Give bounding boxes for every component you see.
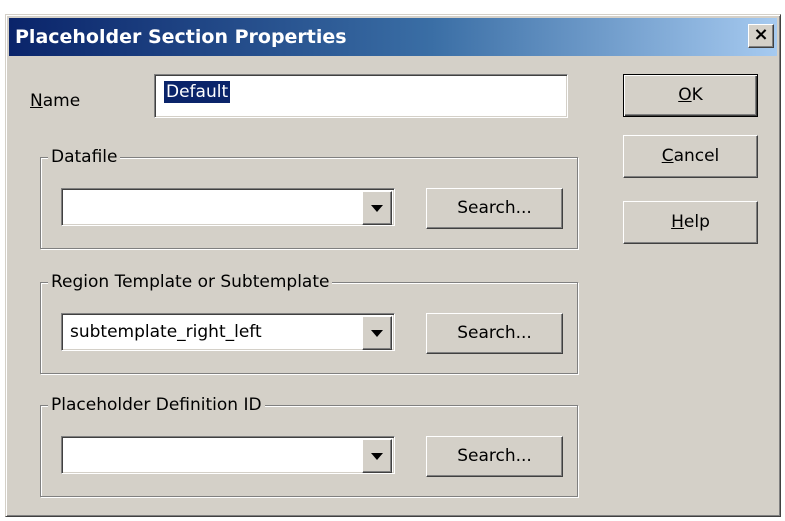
region-template-combo[interactable]: subtemplate_right_left — [61, 313, 395, 351]
close-button[interactable]: × — [748, 24, 774, 48]
datafile-group-title: Datafile — [48, 145, 121, 169]
datafile-dropdown-button[interactable] — [362, 191, 392, 225]
datafile-search-button[interactable]: Search... — [426, 188, 563, 229]
ok-button[interactable]: OK — [623, 74, 758, 117]
placeholder-definition-dropdown-button[interactable] — [362, 439, 392, 473]
chevron-down-icon — [371, 453, 383, 460]
chevron-down-icon — [371, 330, 383, 337]
region-template-search-button[interactable]: Search... — [426, 313, 563, 354]
help-button[interactable]: Help — [623, 201, 758, 244]
region-template-group-title: Region Template or Subtemplate — [48, 270, 333, 294]
region-template-combo-value: subtemplate_right_left — [70, 322, 262, 342]
name-input-value: Default — [164, 81, 231, 103]
placeholder-definition-combo[interactable] — [61, 436, 395, 474]
datafile-group: Datafile Search... — [40, 145, 578, 249]
datafile-combo[interactable] — [61, 188, 395, 226]
region-template-group: Region Template or Subtemplate subtempla… — [40, 270, 578, 374]
name-input[interactable]: Default — [154, 74, 568, 118]
region-template-dropdown-button[interactable] — [362, 316, 392, 350]
name-label: Name — [30, 91, 81, 111]
placeholder-definition-group-title: Placeholder Definition ID — [48, 393, 265, 417]
close-icon: × — [753, 24, 769, 45]
placeholder-definition-search-button[interactable]: Search... — [426, 436, 563, 477]
chevron-down-icon — [371, 205, 383, 212]
properties-dialog: Placeholder Section Properties × Name De… — [5, 14, 781, 517]
window-title: Placeholder Section Properties — [15, 26, 347, 48]
cancel-button[interactable]: Cancel — [623, 135, 758, 178]
title-bar[interactable]: Placeholder Section Properties × — [9, 18, 777, 56]
placeholder-definition-group: Placeholder Definition ID Search... — [40, 393, 578, 497]
